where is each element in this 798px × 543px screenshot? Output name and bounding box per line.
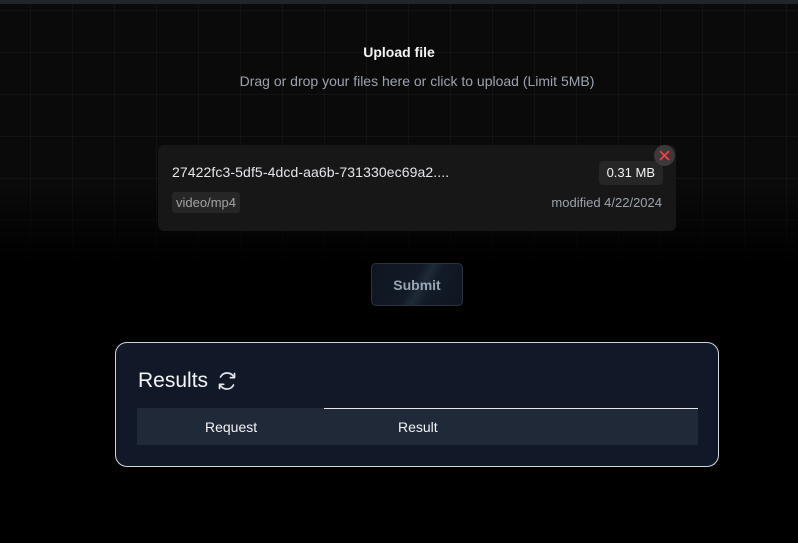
results-panel: Results Request Result — [115, 342, 719, 467]
page: Upload file Drag or drop your files here… — [0, 0, 798, 543]
refresh-button[interactable] — [216, 370, 238, 392]
upload-subtitle: Drag or drop your files here or click to… — [239, 73, 595, 89]
refresh-icon — [218, 372, 236, 390]
upload-title: Upload file — [363, 44, 435, 60]
results-table-header: Request Result — [137, 408, 698, 445]
file-name: 27422fc3-5df5-4dcd-aa6b-731330ec69a2.... — [172, 164, 450, 180]
column-header-result[interactable]: Result — [398, 408, 438, 445]
column-header-request[interactable]: Request — [205, 408, 257, 445]
file-type-badge: video/mp4 — [172, 192, 240, 213]
results-header: Results — [138, 369, 238, 393]
file-dropzone[interactable]: Upload file Drag or drop your files here… — [0, 4, 798, 264]
table-divider — [324, 408, 698, 409]
file-card: 27422fc3-5df5-4dcd-aa6b-731330ec69a2....… — [158, 145, 676, 231]
remove-file-button[interactable] — [654, 145, 675, 166]
submit-button[interactable]: Submit — [371, 263, 463, 306]
file-modified-date: modified 4/22/2024 — [551, 195, 662, 210]
file-size-badge: 0.31 MB — [598, 161, 663, 185]
close-icon — [659, 150, 670, 161]
results-title: Results — [138, 369, 209, 392]
